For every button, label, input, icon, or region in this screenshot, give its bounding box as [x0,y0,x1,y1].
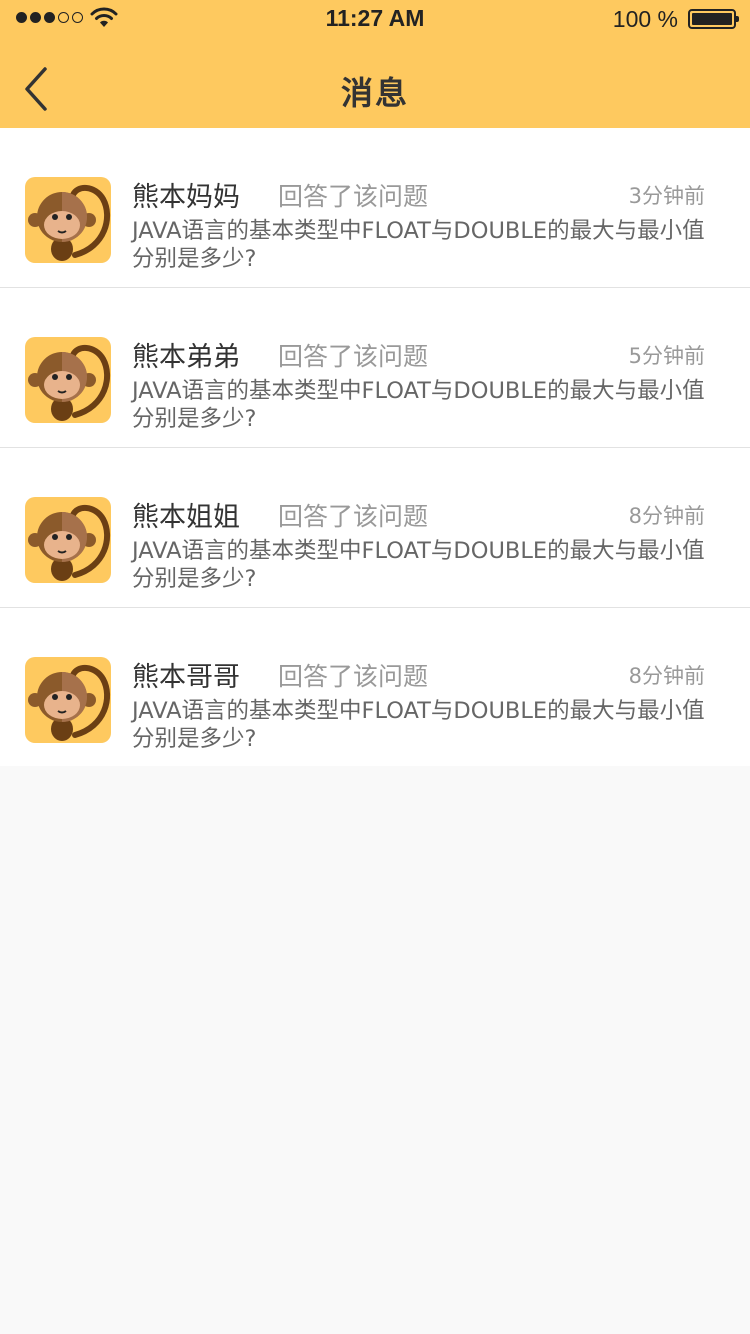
sender-name: 熊本妈妈 [132,182,240,213]
sender-name: 熊本弟弟 [132,342,240,373]
message-content: JAVA语言的基本类型中FLOAT与DOUBLE的最大与最小值分别是多少? [132,538,705,592]
page-title: 消息 [340,74,409,112]
battery-icon [688,9,739,29]
message-action: 回答了该问题 [278,182,429,211]
message-content: JAVA语言的基本类型中FLOAT与DOUBLE的最大与最小值分别是多少? [132,698,705,752]
message-time: 5分钟前 [628,344,705,368]
monkey-avatar-icon[interactable] [25,177,111,263]
message-item[interactable]: 熊本弟弟 回答了该问题 5分钟前 JAVA语言的基本类型中FLOAT与DOUBL… [0,288,750,448]
monkey-avatar-icon[interactable] [25,497,111,583]
message-item[interactable]: 熊本哥哥 回答了该问题 8分钟前 JAVA语言的基本类型中FLOAT与DOUBL… [0,608,750,766]
message-action: 回答了该问题 [278,662,429,691]
message-action: 回答了该问题 [278,502,429,531]
navigation-bar: 消息 [0,40,750,128]
message-time: 8分钟前 [628,664,705,688]
monkey-avatar-icon[interactable] [25,337,111,423]
message-content: JAVA语言的基本类型中FLOAT与DOUBLE的最大与最小值分别是多少? [132,218,705,272]
message-list: 熊本妈妈 回答了该问题 3分钟前 JAVA语言的基本类型中FLOAT与DOUBL… [0,128,750,766]
message-time: 8分钟前 [628,504,705,528]
message-item[interactable]: 熊本妈妈 回答了该问题 3分钟前 JAVA语言的基本类型中FLOAT与DOUBL… [0,128,750,288]
sender-name: 熊本姐姐 [132,502,240,533]
message-action: 回答了该问题 [278,342,429,371]
sender-name: 熊本哥哥 [132,662,240,693]
message-content: JAVA语言的基本类型中FLOAT与DOUBLE的最大与最小值分别是多少? [132,378,705,432]
status-bar: 11:27 AM 100 % [0,0,750,40]
message-time: 3分钟前 [628,184,705,208]
battery-percentage: 100 % [612,6,678,32]
header: 11:27 AM 100 % 消息 [0,0,750,128]
message-item[interactable]: 熊本姐姐 回答了该问题 8分钟前 JAVA语言的基本类型中FLOAT与DOUBL… [0,448,750,608]
monkey-avatar-icon[interactable] [25,657,111,743]
